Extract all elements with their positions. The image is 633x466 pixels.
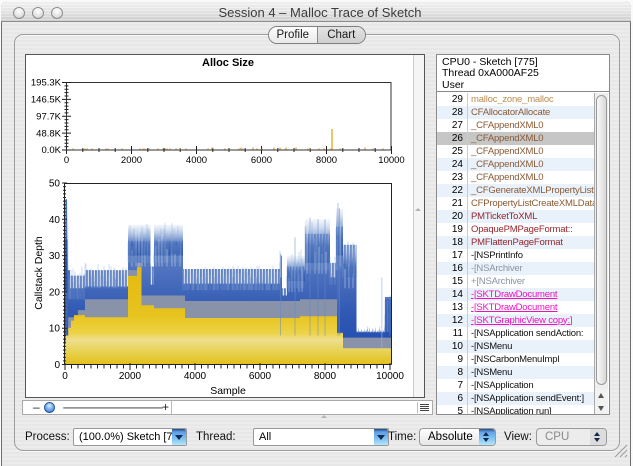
svg-text:6000: 6000 [249, 371, 272, 382]
svg-text:4000: 4000 [186, 155, 207, 166]
svg-text:10000: 10000 [376, 371, 404, 382]
svg-text:0: 0 [62, 371, 68, 382]
svg-text:10: 10 [49, 324, 61, 335]
svg-text:8000: 8000 [314, 371, 337, 382]
svg-text:Alloc Size: Alloc Size [202, 57, 254, 69]
svg-text:97.7K: 97.7K [36, 112, 61, 123]
svg-text:Callstack Depth: Callstack Depth [33, 236, 45, 310]
svg-text:6000: 6000 [251, 155, 272, 166]
svg-text:30: 30 [49, 251, 61, 262]
svg-text:2000: 2000 [119, 371, 142, 382]
svg-text:0: 0 [54, 360, 60, 371]
svg-text:48.8K: 48.8K [36, 128, 61, 139]
svg-text:10000: 10000 [378, 155, 404, 166]
svg-text:20: 20 [49, 287, 61, 298]
svg-text:50: 50 [49, 179, 61, 190]
svg-text:40: 40 [49, 215, 61, 226]
svg-text:146.5K: 146.5K [31, 95, 62, 106]
svg-text:0.0K: 0.0K [41, 145, 61, 156]
svg-text:8000: 8000 [316, 155, 337, 166]
svg-text:4000: 4000 [184, 371, 207, 382]
svg-text:Sample: Sample [210, 385, 246, 397]
svg-text:0: 0 [64, 155, 69, 166]
svg-text:2000: 2000 [121, 155, 142, 166]
svg-text:195.3K: 195.3K [31, 78, 62, 89]
